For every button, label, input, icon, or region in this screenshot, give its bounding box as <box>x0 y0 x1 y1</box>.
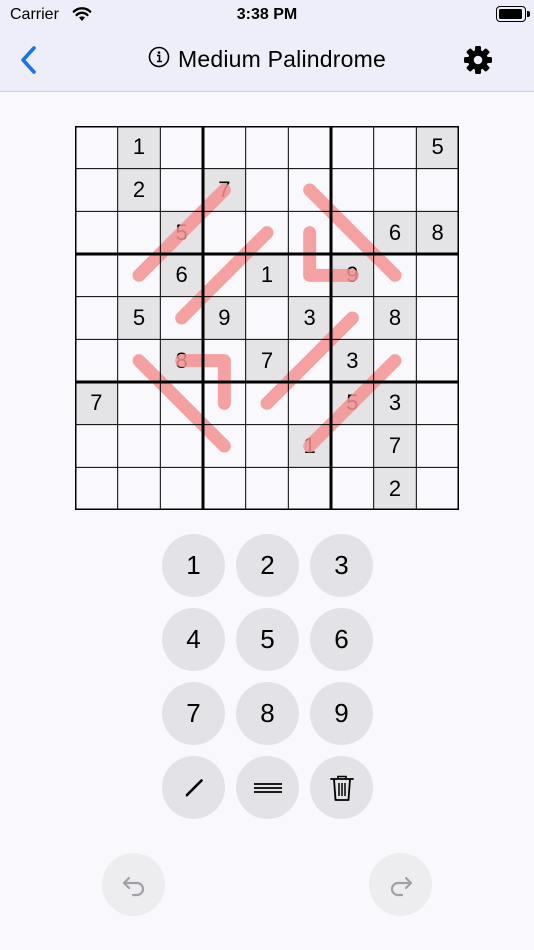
battery-icon <box>496 6 530 22</box>
pencil-icon <box>179 773 209 803</box>
nav-bar: Medium Palindrome <box>0 30 534 92</box>
given-cell[interactable]: 5 <box>117 296 161 340</box>
lines-icon <box>251 773 285 803</box>
given-cell[interactable]: 7 <box>245 339 289 382</box>
given-cell[interactable]: 3 <box>288 296 331 340</box>
battery-tip <box>527 11 530 17</box>
given-cell[interactable]: 1 <box>245 254 289 297</box>
given-cell[interactable]: 3 <box>331 339 374 382</box>
given-cell[interactable]: 5 <box>331 382 374 425</box>
given-cell[interactable]: 8 <box>373 296 417 340</box>
given-cell[interactable]: 2 <box>373 467 417 510</box>
undo-button[interactable] <box>102 853 165 916</box>
digit-key-8[interactable]: 8 <box>236 682 299 745</box>
digit-key-6[interactable]: 6 <box>310 608 373 671</box>
given-cell[interactable]: 8 <box>416 211 459 254</box>
given-cell[interactable]: 8 <box>160 339 203 382</box>
given-cell[interactable]: 1 <box>288 424 331 468</box>
status-bar: Carrier 3:38 PM <box>0 0 534 30</box>
redo-icon <box>390 876 412 896</box>
page-title: Medium Palindrome <box>178 46 386 72</box>
digit-key-5[interactable]: 5 <box>236 608 299 671</box>
digit-key-7[interactable]: 7 <box>162 682 225 745</box>
given-cell[interactable]: 9 <box>331 254 374 297</box>
digit-key-1[interactable]: 1 <box>162 534 225 597</box>
delete-button[interactable] <box>310 756 373 819</box>
given-cell[interactable]: 6 <box>373 211 417 254</box>
battery-level <box>499 9 522 19</box>
given-cell[interactable]: 7 <box>203 168 246 212</box>
given-cell[interactable]: 2 <box>117 168 161 212</box>
clock: 3:38 PM <box>236 6 298 23</box>
given-cell[interactable]: 6 <box>160 254 203 297</box>
gear-icon <box>464 46 492 74</box>
trash-icon <box>327 772 357 804</box>
given-cell[interactable]: 5 <box>416 126 459 169</box>
given-cell[interactable]: 7 <box>373 424 417 468</box>
digit-key-4[interactable]: 4 <box>162 608 225 671</box>
info-icon[interactable] <box>148 46 170 73</box>
given-cell[interactable]: 9 <box>203 296 246 340</box>
undo-icon <box>122 876 144 896</box>
given-cell[interactable]: 5 <box>160 211 203 254</box>
given-cell[interactable]: 3 <box>373 382 417 425</box>
nav-title-group: Medium Palindrome <box>0 46 534 73</box>
sudoku-grid[interactable]: 15275686195938873753172 <box>75 126 459 510</box>
redo-button[interactable] <box>369 853 432 916</box>
pencil-button[interactable] <box>162 756 225 819</box>
given-cell[interactable]: 1 <box>117 126 161 169</box>
notes-button[interactable] <box>236 756 299 819</box>
given-cell[interactable]: 7 <box>75 382 118 425</box>
digit-key-9[interactable]: 9 <box>310 682 373 745</box>
digit-key-3[interactable]: 3 <box>310 534 373 597</box>
settings-button[interactable] <box>462 44 494 76</box>
digit-key-2[interactable]: 2 <box>236 534 299 597</box>
